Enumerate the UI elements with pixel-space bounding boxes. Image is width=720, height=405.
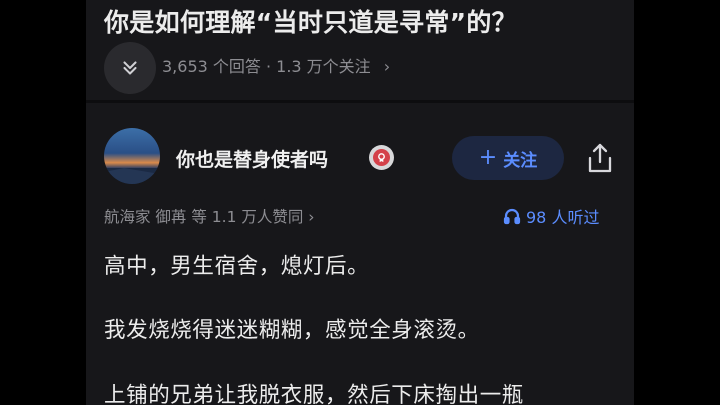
- author-name[interactable]: 你也是替身使者吗: [176, 145, 328, 172]
- badge-icon[interactable]: [369, 145, 394, 170]
- listen-count-label: 98 人听过: [526, 208, 600, 227]
- answer-paragraph: 高中，男生宿舍，熄灯后。: [104, 254, 370, 279]
- question-meta[interactable]: 3,653 个回答 · 1.3 万个关注 ›: [162, 53, 390, 77]
- follow-label: 关注: [503, 150, 538, 171]
- follow-button[interactable]: + 关注: [452, 136, 564, 180]
- upvoters-line[interactable]: 航海家 御苒 等 1.1 万人赞同 ›: [104, 205, 315, 227]
- collapse-button[interactable]: [104, 42, 156, 94]
- headphones-icon: [503, 208, 521, 225]
- chevrons-down-icon: [123, 61, 137, 75]
- screen: 你是如何理解“当时只道是寻常”的？ 3,653 个回答 · 1.3 万个关注 ›: [0, 0, 720, 405]
- letterbox-right: [634, 0, 720, 405]
- answer-page: 你是如何理解“当时只道是寻常”的？ 3,653 个回答 · 1.3 万个关注 ›: [86, 0, 634, 405]
- chevron-right-icon: ›: [383, 57, 391, 76]
- plus-icon: +: [478, 145, 498, 170]
- share-icon: [588, 143, 612, 173]
- letterbox-left: [0, 0, 86, 405]
- author-avatar[interactable]: [104, 128, 160, 184]
- question-stats: 3,653 个回答 · 1.3 万个关注: [162, 57, 371, 76]
- answer-paragraph: 上铺的兄弟让我脱衣服，然后下床掏出一瓶: [104, 383, 524, 405]
- answer-paragraph: 我发烧烧得迷迷糊糊，感觉全身滚烫。: [104, 318, 480, 343]
- share-button[interactable]: [583, 140, 617, 176]
- question-title[interactable]: 你是如何理解“当时只道是寻常”的？: [104, 3, 624, 39]
- section-divider: [86, 100, 634, 103]
- listen-count[interactable]: 98 人听过: [503, 204, 599, 228]
